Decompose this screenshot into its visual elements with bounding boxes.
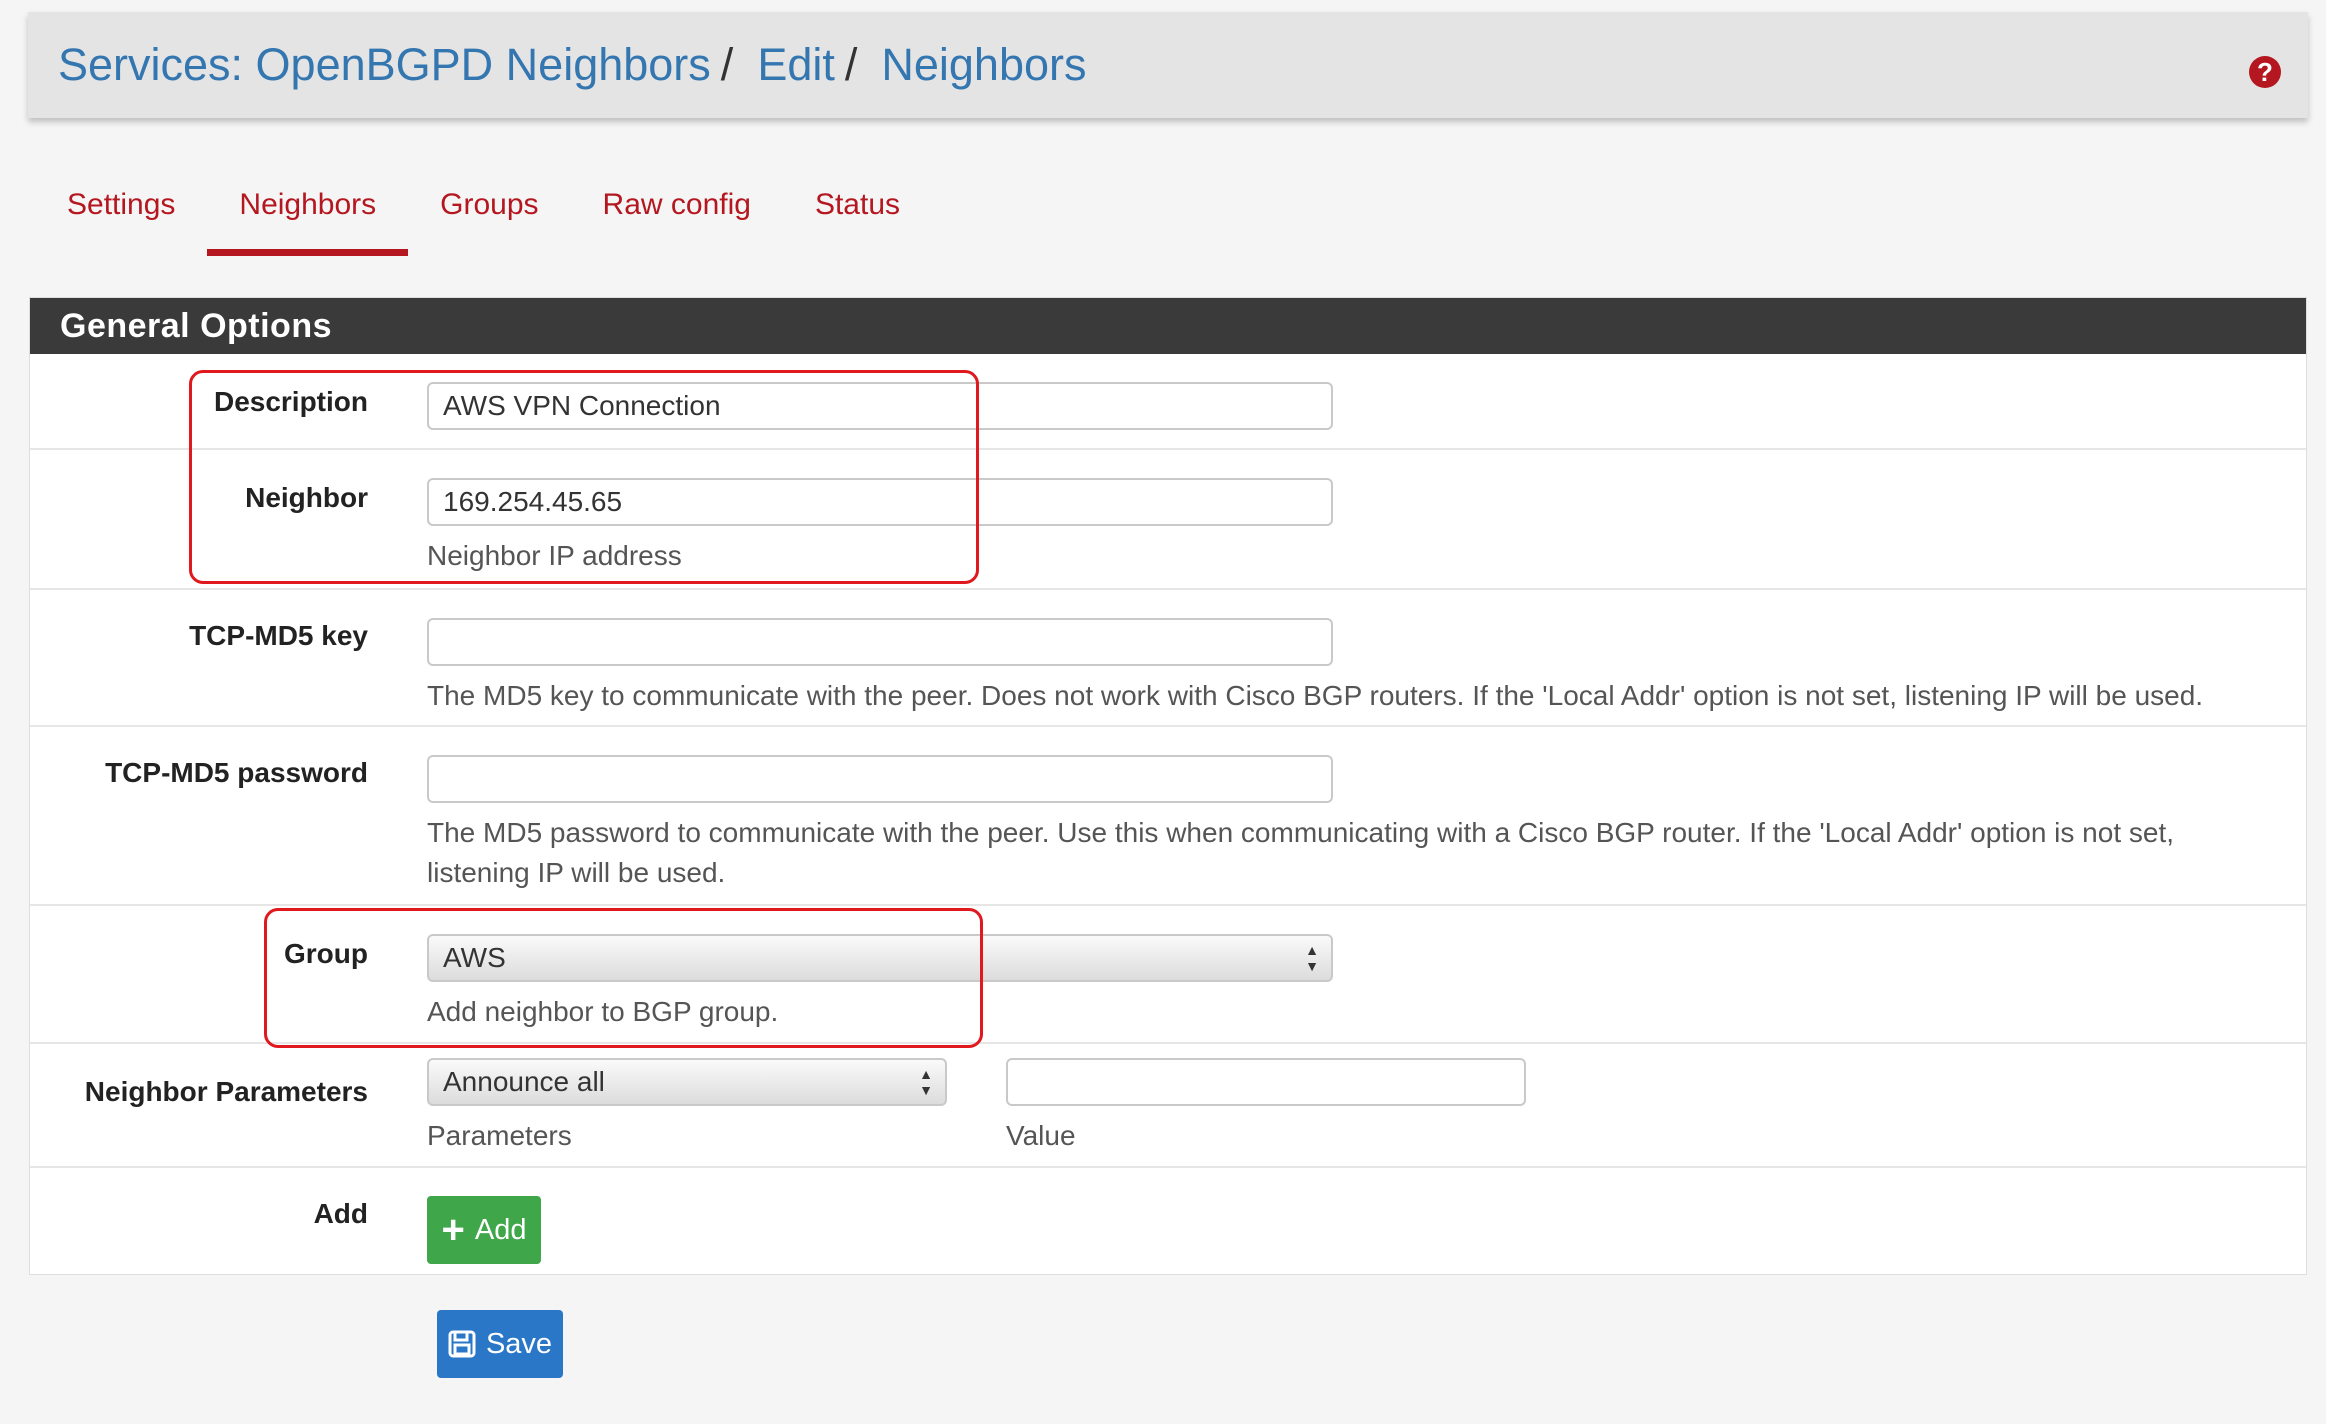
add-button-label: Add	[474, 1213, 527, 1246]
params-help: Parameters	[427, 1120, 572, 1151]
tab-groups[interactable]: Groups	[408, 176, 570, 256]
params-value-help: Value	[1006, 1120, 1076, 1151]
params-selected: Announce all	[443, 1066, 605, 1097]
up-down-arrows-icon: ▲ ▼	[1305, 942, 1319, 974]
highlight-box-description-neighbor	[189, 370, 979, 584]
breadcrumb-neighbors[interactable]: Neighbors	[881, 39, 1086, 91]
add-button[interactable]: + Add	[427, 1196, 541, 1264]
params-select[interactable]: Announce all ▲ ▼	[427, 1058, 947, 1106]
neighbor-params-row: Neighbor Parameters Announce all ▲ ▼ Para…	[30, 1044, 2306, 1168]
up-down-arrows-icon: ▲ ▼	[919, 1066, 933, 1098]
md5-key-row: TCP-MD5 key The MD5 key to communicate w…	[30, 590, 2306, 727]
general-options-panel: General Options Description AWS VPN Conn…	[29, 297, 2307, 1275]
tab-neighbors[interactable]: Neighbors	[207, 176, 408, 256]
save-button-label: Save	[485, 1327, 553, 1360]
md5-key-input[interactable]	[427, 618, 1333, 666]
help-icon[interactable]: ?	[2249, 56, 2281, 88]
panel-title: General Options	[30, 298, 2306, 354]
plus-icon: +	[441, 1208, 465, 1252]
md5-key-help: The MD5 key to communicate with the peer…	[427, 680, 2204, 711]
tab-settings[interactable]: Settings	[35, 176, 207, 256]
add-row: Add + Add	[30, 1168, 2306, 1275]
md5-password-help: The MD5 password to communicate with the…	[427, 817, 2175, 888]
page-header: Services: OpenBGPD Neighbors / Edit / Ne…	[28, 12, 2308, 118]
floppy-disk-icon	[448, 1330, 476, 1358]
md5-password-row: TCP-MD5 password The MD5 password to com…	[30, 727, 2306, 906]
breadcrumb-services[interactable]: Services: OpenBGPD Neighbors	[58, 39, 711, 91]
highlight-box-group	[264, 908, 983, 1048]
neighbor-params-label: Neighbor Parameters	[84, 1076, 368, 1107]
tab-status[interactable]: Status	[783, 176, 932, 256]
breadcrumb-separator: /	[844, 39, 858, 90]
breadcrumb-separator: /	[720, 39, 734, 90]
params-value-input[interactable]	[1006, 1058, 1526, 1106]
breadcrumb-edit[interactable]: Edit	[757, 39, 835, 91]
md5-password-input[interactable]	[427, 755, 1333, 803]
tab-raw-config[interactable]: Raw config	[571, 176, 783, 256]
md5-key-label: TCP-MD5 key	[189, 620, 368, 651]
save-button[interactable]: Save	[437, 1310, 563, 1378]
tab-bar: Settings Neighbors Groups Raw config Sta…	[35, 176, 932, 256]
md5-password-label: TCP-MD5 password	[105, 757, 368, 788]
add-label: Add	[313, 1198, 368, 1229]
